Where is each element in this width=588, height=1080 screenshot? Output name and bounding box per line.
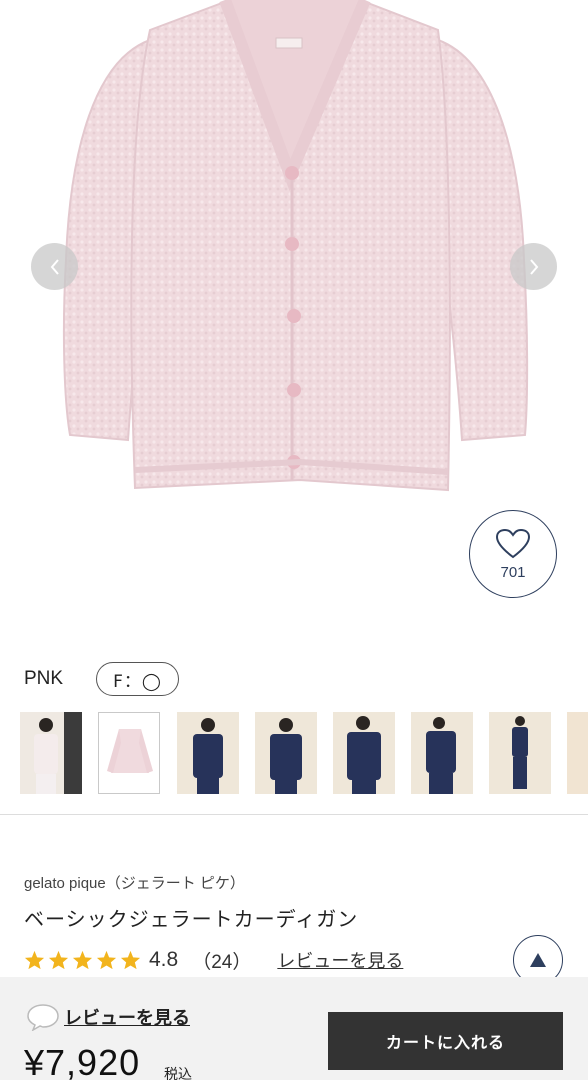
star-icon xyxy=(120,950,141,970)
thumbnail-image xyxy=(333,712,395,794)
carousel-prev-button[interactable] xyxy=(31,243,78,290)
brand-name[interactable]: gelato pique（ジェラート ピケ） xyxy=(24,872,245,893)
thumbnail-7[interactable] xyxy=(489,712,551,794)
thumbnail-image xyxy=(20,712,82,794)
add-to-cart-button[interactable]: カートに入れる xyxy=(328,1012,563,1070)
heart-icon xyxy=(495,528,531,558)
triangle-up-icon xyxy=(530,953,546,967)
thumbnail-8[interactable] xyxy=(567,712,588,794)
thumbnail-image xyxy=(567,712,588,794)
thumbnail-3[interactable] xyxy=(177,712,239,794)
thumbnail-4[interactable] xyxy=(255,712,317,794)
thumbnail-6[interactable] xyxy=(411,712,473,794)
thumbnail-5[interactable] xyxy=(333,712,395,794)
section-divider xyxy=(0,814,588,815)
chevron-right-icon xyxy=(529,258,538,275)
review-link[interactable]: レビューを見る xyxy=(277,947,403,973)
tax-label: 税込 xyxy=(164,1067,192,1080)
rating-stars xyxy=(24,950,141,970)
bottom-review-label: レビューを見る xyxy=(64,1008,190,1029)
star-icon xyxy=(72,950,93,970)
rating-row: 4.8 （24） レビューを見る xyxy=(24,946,403,974)
rating-value: 4.8 xyxy=(149,948,179,971)
thumbnail-image xyxy=(411,712,473,794)
star-icon xyxy=(96,950,117,970)
size-option[interactable]: F：◯ xyxy=(96,662,179,696)
star-icon xyxy=(48,950,69,970)
carousel-next-button[interactable] xyxy=(510,243,557,290)
price: ¥7,920 xyxy=(24,1042,141,1080)
thumbnail-image xyxy=(177,712,239,794)
thumbnail-2[interactable] xyxy=(98,712,160,794)
color-selector: PNK xyxy=(24,662,63,696)
product-title: ベーシックジェラートカーディガン xyxy=(24,907,359,931)
favorite-count: 701 xyxy=(500,563,526,581)
thumbnail-image xyxy=(255,712,317,794)
thumbnail-1[interactable] xyxy=(20,712,82,794)
speech-bubble-icon xyxy=(27,1004,59,1031)
thumbnail-image xyxy=(99,713,159,793)
star-icon xyxy=(24,950,45,970)
bottom-review-link[interactable]: レビューを見る xyxy=(26,1003,190,1031)
review-count: （24） xyxy=(192,951,252,973)
favorite-button[interactable]: 701 xyxy=(469,510,557,598)
thumbnail-strip xyxy=(0,712,588,794)
chevron-left-icon xyxy=(50,258,59,275)
color-name: PNK xyxy=(24,668,64,689)
thumbnail-image xyxy=(489,712,551,794)
